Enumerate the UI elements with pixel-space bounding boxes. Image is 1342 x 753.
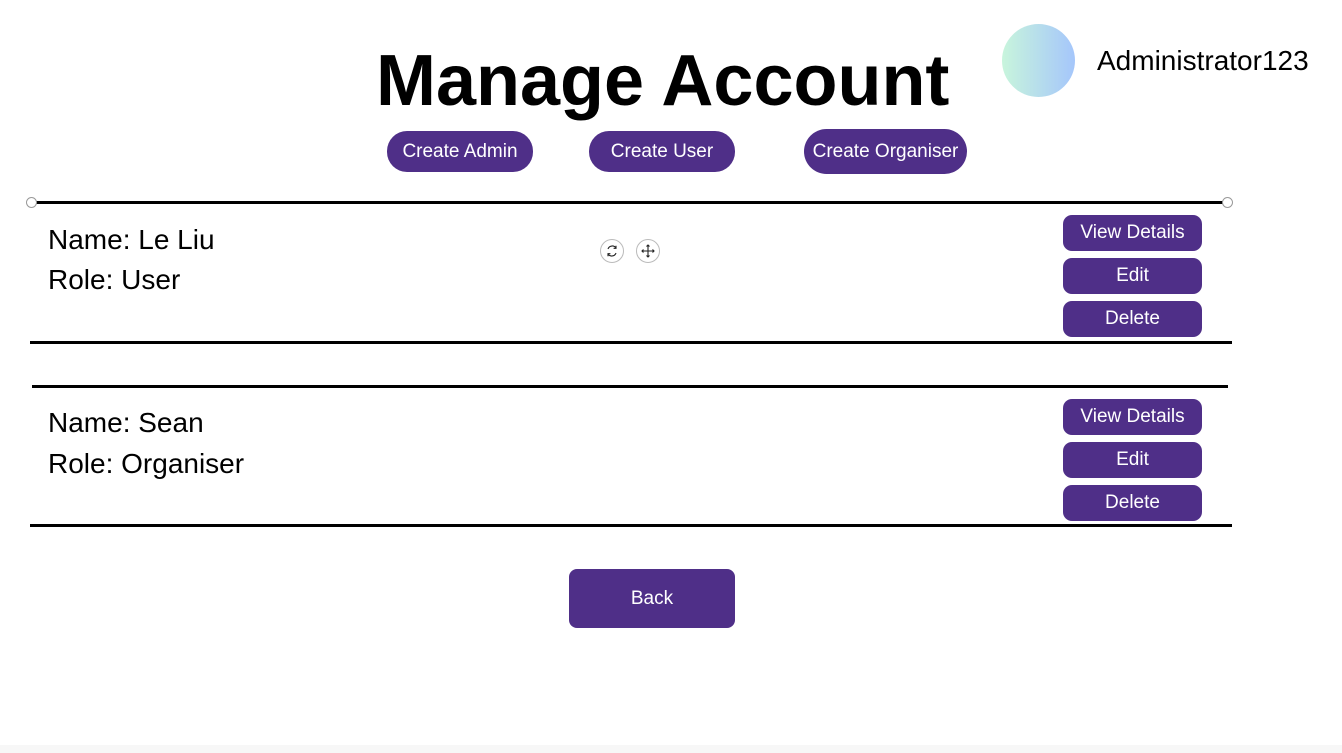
delete-button[interactable]: Delete <box>1063 485 1202 521</box>
move-icon[interactable] <box>636 239 660 263</box>
back-button[interactable]: Back <box>569 569 735 628</box>
page-bottom-edge <box>0 745 1342 753</box>
create-user-button[interactable]: Create User <box>589 131 735 172</box>
create-admin-button[interactable]: Create Admin <box>387 131 533 172</box>
selection-handle-left[interactable] <box>26 197 37 208</box>
account-name: Name: Le Liu <box>48 224 215 255</box>
page-title: Manage Account <box>376 41 950 121</box>
card-divider-bottom <box>30 524 1232 527</box>
view-details-button[interactable]: View Details <box>1063 215 1202 251</box>
create-organiser-button[interactable]: Create Organiser <box>804 129 967 174</box>
card-divider-top <box>32 385 1228 388</box>
edit-button[interactable]: Edit <box>1063 258 1202 294</box>
account-name: Name: Sean <box>48 407 204 438</box>
selection-handle-right[interactable] <box>1222 197 1233 208</box>
delete-button[interactable]: Delete <box>1063 301 1202 337</box>
card-divider-bottom <box>30 341 1232 344</box>
edit-button[interactable]: Edit <box>1063 442 1202 478</box>
avatar[interactable] <box>1002 24 1075 97</box>
username-label: Administrator123 <box>1097 45 1309 76</box>
view-details-button[interactable]: View Details <box>1063 399 1202 435</box>
rotate-icon[interactable] <box>600 239 624 263</box>
card-divider-top <box>32 201 1228 204</box>
account-role: Role: User <box>48 264 181 295</box>
manage-account-page: Manage Account Administrator123 Create A… <box>0 0 1342 753</box>
account-role: Role: Organiser <box>48 448 245 479</box>
